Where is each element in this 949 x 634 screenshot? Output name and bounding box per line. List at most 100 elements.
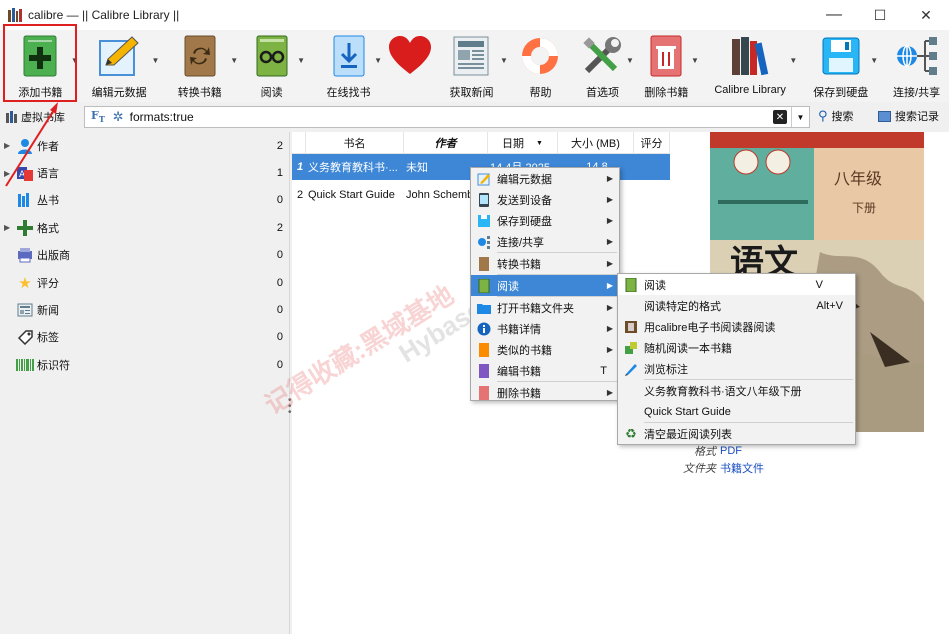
rating-star-icon: ★	[18, 274, 32, 292]
clear-search-icon[interactable]: ✕	[773, 110, 787, 124]
expand-arrow-icon[interactable]: ▶	[4, 169, 10, 178]
tag-item-series[interactable]: 丛书 0	[0, 187, 289, 214]
submenu-item-read-specific-format[interactable]: 阅读特定的格式 Alt+V	[618, 295, 855, 316]
read-book-button[interactable]: 阅读 ▼	[240, 30, 305, 100]
close-button[interactable]: ✕	[903, 0, 949, 30]
menu-item-read[interactable]: 阅读 ▶	[471, 275, 619, 296]
dropdown-arrow-icon[interactable]: ▼	[691, 56, 699, 65]
delete-book-button[interactable]: 删除书籍 ▼	[636, 30, 699, 100]
submenu-item-recent-book-2[interactable]: Quick Start Guide	[618, 401, 855, 422]
menu-item-send-to-device[interactable]: 发送到设备 ▶	[471, 189, 619, 210]
format-link[interactable]: PDF	[720, 445, 742, 457]
dropdown-arrow-icon[interactable]: ▼	[230, 56, 238, 65]
fetch-news-icon	[450, 34, 494, 78]
edit-metadata-button[interactable]: 编辑元数据 ▼	[81, 30, 160, 100]
menu-item-delete-book[interactable]: 删除书籍 ▶	[471, 382, 619, 403]
expand-arrow-icon[interactable]: ▶	[4, 223, 10, 232]
column-header-rating[interactable]: 评分	[634, 132, 670, 154]
tag-item-rating[interactable]: ★ 评分 0	[0, 269, 289, 296]
maximize-button[interactable]: ☐	[857, 0, 903, 30]
calibre-library-button[interactable]: Calibre Library ▼	[705, 30, 797, 100]
sort-arrow-icon: ▼	[536, 139, 543, 147]
main-toolbar: 添加书籍 ▼ 编辑元数据 ▼ 转换书籍 ▼ 阅读 ▼ 在线找书 ▼ 获取新闻 ▼…	[0, 30, 949, 102]
submenu-item-recent-book-1[interactable]: 义务教育教科书·语文八年级下册	[618, 380, 855, 401]
submenu-item-calibre-viewer[interactable]: 用calibre电子书阅读器阅读	[618, 316, 855, 337]
column-header-date[interactable]: 日期 ▼	[488, 132, 558, 154]
tag-item-publisher[interactable]: 出版商 0	[0, 242, 289, 269]
column-header-title[interactable]: 书名	[306, 132, 404, 154]
dropdown-arrow-icon[interactable]: ▼	[152, 56, 160, 65]
tag-label: 新闻	[37, 305, 59, 318]
search-input[interactable]: FT ✲ formats:true ✕ ▼	[84, 106, 810, 128]
help-button[interactable]: 帮助	[512, 30, 569, 100]
tag-item-identifiers[interactable]: 标识符 0	[0, 351, 289, 378]
tag-browser: ▶ 作者 2 ▶ A 语言 1 丛书 0 ▶ 格式 2 出版商 0 ★ 评分 0…	[0, 132, 290, 634]
convert-book-button[interactable]: 转换书籍 ▼	[163, 30, 238, 100]
find-online-button[interactable]: 在线找书 ▼	[317, 30, 382, 100]
virtual-library-label: 虚拟书库	[21, 112, 65, 124]
save-to-disk-button[interactable]: 保存到硬盘 ▼	[805, 30, 878, 100]
edit-metadata-icon	[97, 34, 141, 78]
toolbar-label: 保存到硬盘	[813, 87, 869, 99]
cover-grade: 八年级	[834, 169, 882, 188]
minimize-button[interactable]: —	[811, 0, 857, 30]
tag-item-formats[interactable]: ▶ 格式 2	[0, 214, 289, 241]
tag-item-tags[interactable]: 标签 0	[0, 324, 289, 351]
menu-item-connect-share[interactable]: 连接/共享 ▶	[471, 231, 619, 252]
menu-item-label: 删除书籍	[497, 387, 541, 400]
calibre-app-icon	[8, 8, 22, 22]
menu-item-similar-books[interactable]: 类似的书籍 ▶	[471, 339, 619, 360]
chevron-down-icon[interactable]: ▼	[791, 107, 809, 127]
dropdown-arrow-icon[interactable]: ▼	[297, 56, 305, 65]
row-number: 2	[296, 189, 304, 201]
submenu-item-browse-annotations[interactable]: 浏览标注	[618, 358, 855, 379]
toolbar-label: 连接/共享	[893, 87, 941, 99]
column-header-size[interactable]: 大小 (MB)	[558, 132, 634, 154]
submenu-item-clear-recent[interactable]: ♻ 清空最近阅读列表	[618, 423, 855, 444]
dropdown-arrow-icon[interactable]: ▼	[500, 56, 508, 65]
column-header-author[interactable]: 作者	[404, 132, 488, 154]
menu-item-edit-book[interactable]: 编辑书籍 T	[471, 360, 619, 381]
delete-book-icon	[477, 385, 491, 400]
search-history-button[interactable]: 搜索记录	[878, 108, 939, 124]
column-header-date-label: 日期	[502, 138, 525, 150]
menu-item-edit-metadata[interactable]: 编辑元数据 ▶	[471, 168, 619, 189]
virtual-library-button[interactable]: 虚拟书库	[0, 109, 80, 125]
gear-icon[interactable]: ✲	[113, 109, 124, 125]
tag-item-languages[interactable]: ▶ A 语言 1	[0, 159, 289, 186]
dropdown-arrow-icon[interactable]: ▼	[870, 56, 878, 65]
read-book-icon	[250, 34, 294, 78]
menu-item-save-to-disk[interactable]: 保存到硬盘 ▶	[471, 210, 619, 231]
search-button[interactable]: ⚲ 搜索	[818, 108, 854, 124]
connect-share-button[interactable]: 连接/共享	[884, 30, 949, 100]
font-type-icon[interactable]: FT	[91, 109, 105, 124]
submenu-item-read[interactable]: 阅读 V	[618, 274, 855, 295]
cell-rating[interactable]	[634, 154, 670, 180]
dropdown-arrow-icon[interactable]: ▼	[789, 56, 797, 65]
dropdown-arrow-icon[interactable]: ▼	[626, 56, 634, 65]
connect-share-icon	[895, 34, 939, 78]
tag-item-news[interactable]: 新闻 0	[0, 296, 289, 323]
menu-item-open-folder[interactable]: 打开书籍文件夹 ▶	[471, 297, 619, 318]
formats-icon	[16, 219, 34, 236]
submenu-item-random-book[interactable]: 随机阅读一本书籍	[618, 337, 855, 358]
cell-title[interactable]: 义务教育教科书·...	[306, 154, 404, 180]
search-query: formats:true	[129, 110, 194, 124]
edit-metadata-icon	[477, 172, 491, 186]
tags-icon	[16, 329, 34, 346]
dropdown-arrow-icon[interactable]: ▼	[374, 56, 382, 65]
menu-item-label: 类似的书籍	[497, 344, 552, 357]
path-link[interactable]: 书籍文件	[720, 460, 764, 476]
tag-item-authors[interactable]: ▶ 作者 2	[0, 132, 289, 159]
submenu-arrow-icon: ▶	[606, 388, 613, 397]
menu-item-convert-book[interactable]: 转换书籍 ▶	[471, 253, 619, 274]
read-book-icon	[624, 277, 638, 292]
preferences-button[interactable]: 首选项 ▼	[573, 30, 634, 100]
donate-heart-button[interactable]	[384, 30, 435, 100]
menu-item-book-details[interactable]: 书籍详情 ▶	[471, 318, 619, 339]
cell-title[interactable]: Quick Start Guide	[306, 182, 404, 208]
splitter-handle[interactable]: • • •	[288, 396, 292, 418]
expand-arrow-icon[interactable]: ▶	[4, 141, 10, 150]
cell-rating[interactable]	[634, 182, 670, 208]
fetch-news-button[interactable]: 获取新闻 ▼	[437, 30, 508, 100]
